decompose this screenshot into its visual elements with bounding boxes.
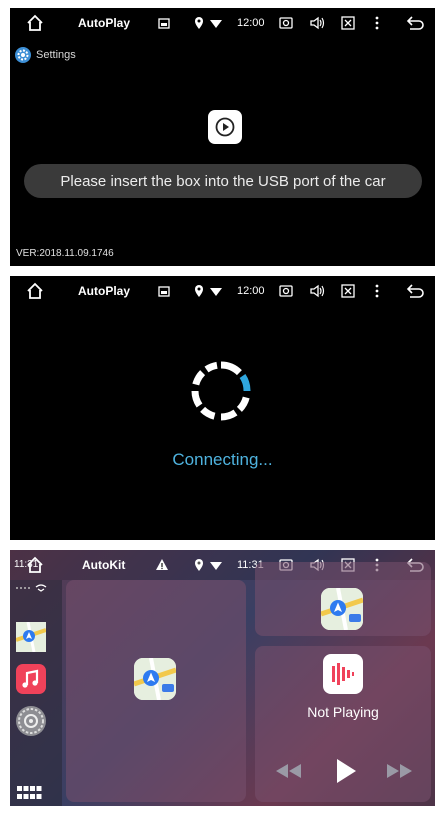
volume-icon[interactable]	[309, 14, 327, 32]
play-icon	[215, 117, 235, 137]
version-label: VER:2018.11.09.1746	[16, 248, 114, 259]
warning-icon	[155, 556, 169, 574]
camera-icon[interactable]	[278, 282, 294, 300]
wifi-icon	[209, 14, 223, 32]
location-icon	[193, 14, 205, 32]
connecting-status: Connecting...	[172, 450, 273, 469]
status-bar: AutoPlay 12:00	[10, 276, 435, 306]
settings-gear-icon	[14, 46, 32, 64]
camera-icon[interactable]	[278, 14, 294, 32]
clock: 12:00	[237, 17, 265, 29]
back-icon[interactable]	[406, 14, 426, 32]
home-icon[interactable]	[26, 556, 44, 574]
more-options-icon[interactable]	[374, 282, 380, 300]
volume-icon[interactable]	[309, 282, 327, 300]
insert-box-message: Please insert the box into the USB port …	[24, 164, 422, 198]
signal-strength-icon	[14, 582, 54, 592]
maps-widget-tile[interactable]	[255, 562, 431, 636]
home-icon[interactable]	[26, 14, 44, 32]
fast-forward-icon[interactable]	[385, 762, 415, 785]
autoplay-connecting-screen: AutoPlay 12:00 Connecting...	[10, 276, 435, 540]
maps-icon	[321, 588, 363, 630]
app-title: AutoKit	[82, 558, 126, 572]
wifi-icon	[209, 282, 223, 300]
back-icon[interactable]	[406, 282, 426, 300]
carplay-home-screen: 11:31 AutoKit 11:31 Not Playing	[10, 550, 435, 806]
autoplay-app-icon	[208, 110, 242, 144]
music-icon[interactable]	[16, 664, 46, 694]
wifi-icon	[209, 556, 223, 574]
rewind-icon[interactable]	[273, 762, 303, 785]
app-title: AutoPlay	[78, 16, 131, 30]
location-icon	[193, 556, 205, 574]
settings-label: Settings	[36, 49, 76, 61]
settings-link[interactable]: Settings	[14, 46, 76, 64]
maps-icon[interactable]	[15, 621, 47, 653]
now-playing-status: Not Playing	[307, 704, 379, 720]
image-icon	[157, 14, 171, 32]
close-window-icon[interactable]	[340, 282, 356, 300]
app-grid-icon[interactable]	[16, 785, 42, 801]
app-title: AutoPlay	[78, 284, 131, 298]
music-app-icon	[323, 654, 363, 694]
close-window-icon[interactable]	[340, 14, 356, 32]
location-icon	[193, 282, 205, 300]
image-icon	[157, 282, 171, 300]
clock: 12:00	[237, 285, 265, 297]
maps-tile[interactable]	[66, 580, 246, 802]
now-playing-tile[interactable]: Not Playing	[255, 646, 431, 802]
maps-icon	[134, 658, 176, 700]
home-icon[interactable]	[26, 282, 44, 300]
carplay-dock	[10, 580, 62, 806]
autoplay-waiting-screen: AutoPlay 12:00 Settings Please insert th…	[10, 8, 435, 266]
status-bar: AutoPlay 12:00	[10, 8, 435, 38]
play-icon[interactable]	[335, 758, 357, 789]
settings-icon[interactable]	[16, 706, 46, 736]
loading-spinner-icon	[191, 361, 251, 421]
more-options-icon[interactable]	[374, 14, 380, 32]
